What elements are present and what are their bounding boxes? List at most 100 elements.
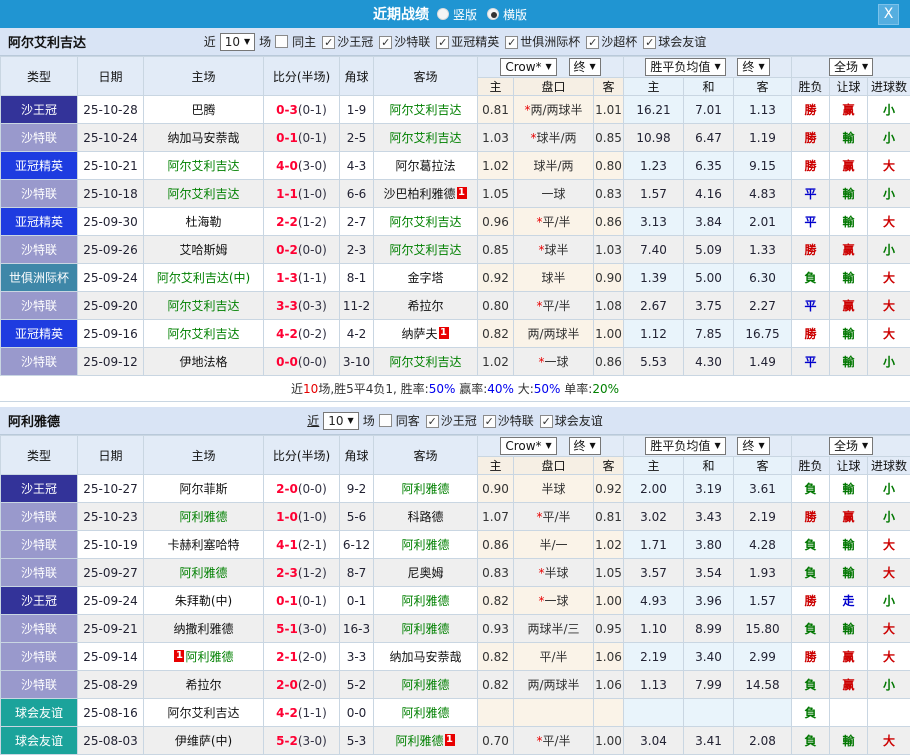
scope-dropdown[interactable]: 全场▼ [829,437,873,455]
avg-draw-cell: 7.85 [684,320,734,348]
date-cell: 25-10-18 [78,180,144,208]
avg-draw-cell: 3.40 [684,643,734,671]
team-section-2: 阿利雅德 近 10▼ 场 同客 ✓沙王冠✓沙特联✓球会友谊 类型 日期 主场 比… [0,407,910,755]
team-link: 阿利雅德 [179,510,227,524]
same-team-checkbox[interactable] [379,414,392,427]
league-checkbox[interactable]: ✓ [379,36,392,49]
type-cell: 世俱洲际杯 [1,264,78,292]
matches-table: 类型 日期 主场 比分(半场) 角球 客场 Crow*▼ 终▼ 胜平负均值▼ 终… [0,56,910,376]
team-link: 阿尔艾利吉达 [389,243,461,257]
avg-home-cell: 4.93 [624,587,684,615]
team-link: 科路德 [407,510,443,524]
odds-company-dropdown[interactable]: Crow*▼ [500,437,556,455]
away-team-cell: 金字塔 [374,264,478,292]
early-odds-marker: * [536,215,542,229]
league-label: 沙特联 [394,35,430,49]
avg-dropdown[interactable]: 胜平负均值▼ [645,437,725,455]
date-cell: 25-08-29 [78,671,144,699]
league-checkbox[interactable]: ✓ [586,36,599,49]
match-count-dropdown[interactable]: 10▼ [220,33,255,51]
handicap-result-cell: 輸 [830,615,868,643]
result-cell: 勝 [792,503,830,531]
avg-home-cell: 2.67 [624,292,684,320]
match-row: 亚冠精英25-10-21阿尔艾利吉达4-0(3-0)4-3阿尔葛拉法1.02球半… [1,152,910,180]
avg-away-cell: 16.75 [734,320,792,348]
match-row: 球会友谊25-08-03伊维萨(中)5-2(3-0)5-3阿利雅德10.70*平… [1,727,910,755]
games-label: 场 [259,33,271,50]
team-link: 阿尔艾利吉达 [389,103,461,117]
avg-home-cell: 7.40 [624,236,684,264]
fulltime-score: 1-1 [276,187,298,201]
handicap-cell: 半/一 [514,531,594,559]
score-cell: 5-2(3-0) [264,727,340,755]
league-checkbox[interactable]: ✓ [643,36,656,49]
halftime-score: (0-0) [298,482,327,496]
odds-home-cell: 1.02 [478,152,514,180]
type-cell: 沙特联 [1,292,78,320]
date-cell: 25-08-16 [78,699,144,727]
avg-home-cell: 1.10 [624,615,684,643]
avg-home-cell: 3.02 [624,503,684,531]
filter-leagues: ✓沙王冠✓沙特联✓亚冠精英✓世俱洲际杯✓沙超杯✓球会友谊 [316,33,706,50]
halftime-score: (3-0) [298,734,327,748]
score-cell: 4-2(0-2) [264,320,340,348]
team-link: 纳萨夫 [401,327,437,341]
summary-segment: 单率: [560,382,592,396]
away-team-cell: 阿尔艾利吉达 [374,236,478,264]
close-icon[interactable]: X [878,4,899,25]
halftime-score: (3-0) [298,622,327,636]
goals-result-cell: 大 [868,208,910,236]
league-checkbox[interactable]: ✓ [426,415,439,428]
summary-segment: 40% [487,382,514,396]
scope-dropdown[interactable]: 全场▼ [829,58,873,76]
league-checkbox[interactable]: ✓ [505,36,518,49]
league-checkbox[interactable]: ✓ [483,415,496,428]
date-cell: 25-10-27 [78,475,144,503]
avg-draw-cell: 3.54 [684,559,734,587]
league-checkbox[interactable]: ✓ [322,36,335,49]
home-team-cell: 艾哈斯姆 [144,236,264,264]
layout-radio-horizontal[interactable]: 横版 [487,6,527,23]
home-team-cell: 纳加马安萘哉 [144,124,264,152]
avg-draw-cell: 3.43 [684,503,734,531]
league-checkbox[interactable]: ✓ [436,36,449,49]
team-link: 阿利雅德 [395,734,443,748]
fulltime-score: 1-0 [276,510,298,524]
same-team-label: 同主 [292,33,316,50]
early-odds-marker: * [538,594,544,608]
team-link: 阿尔艾利吉达 [389,355,461,369]
odds-home-cell: 0.86 [478,531,514,559]
col-type: 类型 [1,436,78,475]
same-team-checkbox[interactable] [275,35,288,48]
summary-segment: 场,胜5平4负1, [318,382,400,396]
fulltime-score: 0-3 [276,103,298,117]
team-link: 纳加马安萘哉 [167,131,239,145]
type-cell: 亚冠精英 [1,208,78,236]
sub-goals: 进球数 [868,78,910,96]
avg-final-dropdown[interactable]: 终▼ [737,58,769,76]
avg-draw-cell: 3.84 [684,208,734,236]
fulltime-score: 4-1 [276,538,298,552]
team-link: 纳撒利雅德 [173,622,233,636]
layout-radio-vertical[interactable]: 竖版 [437,6,477,23]
avg-final-dropdown[interactable]: 终▼ [737,437,769,455]
odds-final-dropdown[interactable]: 终▼ [569,437,601,455]
handicap-cell: *两/两球半 [514,96,594,124]
home-team-cell: 朱拜勒(中) [144,587,264,615]
odds-home-cell: 1.02 [478,348,514,376]
result-cell: 平 [792,292,830,320]
same-team-label: 同客 [396,412,420,429]
odds-final-dropdown[interactable]: 终▼ [569,58,601,76]
goals-result-cell: 小 [868,96,910,124]
league-label: 世俱洲际杯 [520,35,580,49]
chevron-down-icon: ▼ [758,438,764,454]
fulltime-score: 4-2 [276,706,298,720]
odds-company-dropdown[interactable]: Crow*▼ [500,58,556,76]
match-count-dropdown[interactable]: 10▼ [323,412,358,430]
league-checkbox[interactable]: ✓ [540,415,553,428]
date-cell: 25-09-20 [78,292,144,320]
avg-home-cell: 2.00 [624,475,684,503]
avg-dropdown[interactable]: 胜平负均值▼ [645,58,725,76]
odds-away-cell: 0.81 [594,503,624,531]
avg-draw-cell: 3.19 [684,475,734,503]
